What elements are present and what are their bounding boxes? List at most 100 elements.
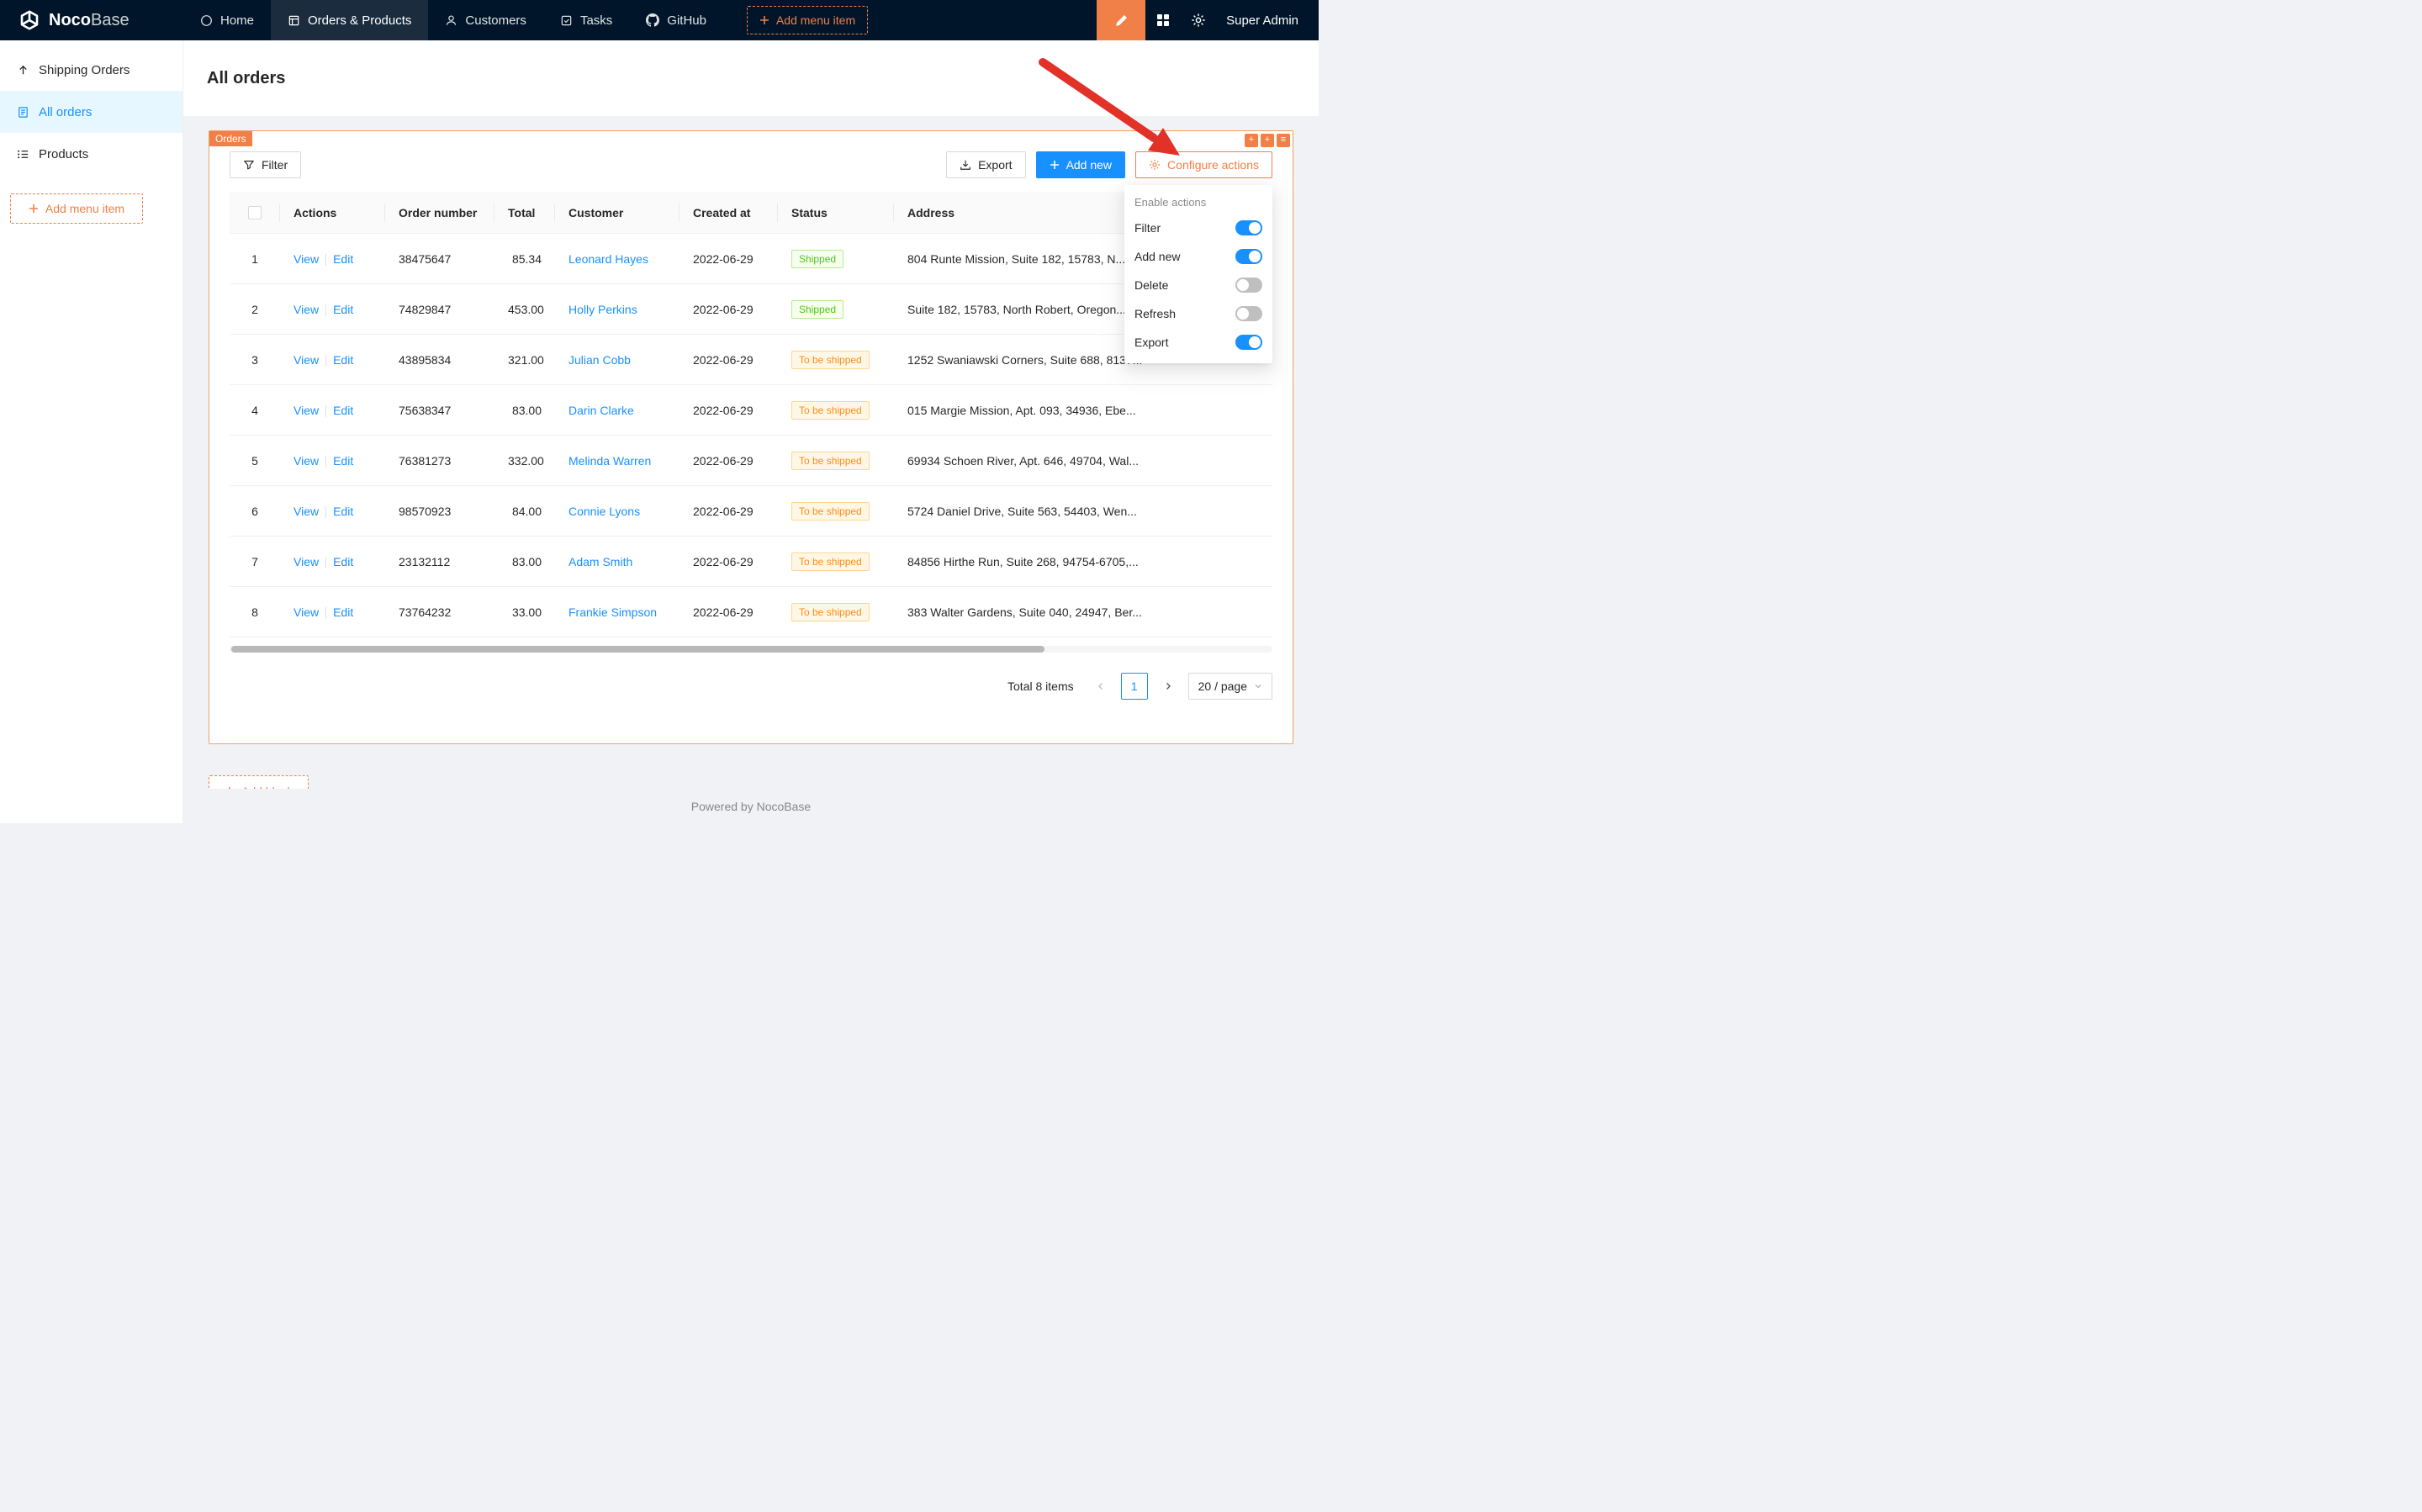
pagination-next-button[interactable] xyxy=(1155,673,1182,700)
customer-link[interactable]: Holly Perkins xyxy=(568,303,637,316)
horizontal-scrollbar-track xyxy=(230,646,1272,653)
view-link[interactable]: View xyxy=(293,353,319,367)
export-button[interactable]: Export xyxy=(946,151,1025,178)
order-number-cell: 23132112 xyxy=(385,537,494,587)
column-header-status: Status xyxy=(778,192,894,234)
status-badge: Shipped xyxy=(791,250,843,268)
navbar-add-menu-item-button[interactable]: Add menu item xyxy=(747,6,868,34)
customer-link[interactable]: Darin Clarke xyxy=(568,404,634,417)
configure-actions-button[interactable]: Configure actions xyxy=(1135,151,1272,178)
edit-link[interactable]: Edit xyxy=(333,605,353,619)
created-at-cell: 2022-06-29 xyxy=(680,385,778,436)
add-menu-item-label: Add menu item xyxy=(776,13,855,27)
edit-link[interactable]: Edit xyxy=(333,252,353,266)
page-size-select[interactable]: 20 / page xyxy=(1188,673,1272,700)
action-divider xyxy=(325,254,326,266)
edit-link[interactable]: Edit xyxy=(333,555,353,568)
view-link[interactable]: View xyxy=(293,555,319,568)
nav-item-home[interactable]: Home xyxy=(183,0,271,40)
view-link[interactable]: View xyxy=(293,303,319,316)
table-row: 8ViewEdit7376423233.00Frankie Simpson202… xyxy=(230,587,1272,637)
enable-action-item[interactable]: Delete xyxy=(1124,271,1272,299)
edit-link[interactable]: Edit xyxy=(333,404,353,417)
created-at-cell: 2022-06-29 xyxy=(680,537,778,587)
enable-action-label: Filter xyxy=(1134,221,1161,235)
nocobase-logo[interactable]: NocoBase xyxy=(0,9,183,31)
customer-link[interactable]: Adam Smith xyxy=(568,555,632,568)
status-badge: To be shipped xyxy=(791,452,870,470)
customer-link[interactable]: Frankie Simpson xyxy=(568,605,657,619)
enable-action-item[interactable]: Export xyxy=(1124,328,1272,357)
view-link[interactable]: View xyxy=(293,605,319,619)
add-menu-item-label: Add menu item xyxy=(45,202,124,215)
toggle-switch[interactable] xyxy=(1235,335,1262,350)
status-cell: To be shipped xyxy=(778,486,894,537)
table-header-row: Actions Order number Total Customer Crea… xyxy=(230,192,1272,234)
action-divider xyxy=(325,304,326,316)
action-divider xyxy=(325,355,326,367)
ui-editor-button[interactable] xyxy=(1097,0,1145,40)
sidebar-add-menu-item-button[interactable]: Add menu item xyxy=(10,193,143,224)
nav-item-customers[interactable]: Customers xyxy=(428,0,543,40)
address-cell: 84856 Hirthe Run, Suite 268, 94754-6705,… xyxy=(894,537,1272,587)
view-link[interactable]: View xyxy=(293,252,319,266)
enable-action-item[interactable]: Refresh xyxy=(1124,299,1272,328)
enable-action-item[interactable]: Add new xyxy=(1124,242,1272,271)
tasks-icon xyxy=(560,14,573,27)
view-link[interactable]: View xyxy=(293,404,319,417)
sidebar-item-all-orders[interactable]: All orders xyxy=(0,91,182,133)
action-divider xyxy=(325,557,326,568)
view-link[interactable]: View xyxy=(293,454,319,468)
powered-by-text: Powered by NocoBase xyxy=(691,800,811,813)
nav-item-github[interactable]: GitHub xyxy=(629,0,723,40)
row-index: 1 xyxy=(230,234,280,284)
action-divider xyxy=(325,456,326,468)
table-row: 4ViewEdit7563834783.00Darin Clarke2022-0… xyxy=(230,385,1272,436)
document-icon xyxy=(17,106,29,119)
customer-link[interactable]: Connie Lyons xyxy=(568,505,640,518)
navbar-right: Super Admin xyxy=(1097,0,1319,40)
user-menu[interactable]: Super Admin xyxy=(1216,13,1319,28)
toggle-switch[interactable] xyxy=(1235,278,1262,293)
select-all-header xyxy=(230,192,280,234)
sidebar-item-products[interactable]: Products xyxy=(0,133,182,175)
add-column-icon[interactable]: + xyxy=(1245,134,1258,147)
page-size-value: 20 / page xyxy=(1198,679,1247,693)
view-link[interactable]: View xyxy=(293,505,319,518)
page-title: All orders xyxy=(207,69,285,88)
customer-cell: Holly Perkins xyxy=(555,284,680,335)
horizontal-scrollbar-thumb[interactable] xyxy=(231,646,1044,653)
edit-link[interactable]: Edit xyxy=(333,353,353,367)
nav-item-orders-products[interactable]: Orders & Products xyxy=(271,0,428,40)
add-new-button[interactable]: Add new xyxy=(1036,151,1125,178)
nav-item-tasks[interactable]: Tasks xyxy=(543,0,629,40)
toggle-switch[interactable] xyxy=(1235,306,1262,321)
page-scroll-area[interactable]: Orders + + ≡ Filter xyxy=(183,116,1319,789)
block-menu-icon[interactable]: ≡ xyxy=(1277,134,1290,147)
enable-action-item[interactable]: Filter xyxy=(1124,214,1272,242)
order-number-cell: 75638347 xyxy=(385,385,494,436)
select-all-checkbox[interactable] xyxy=(248,206,262,219)
customer-link[interactable]: Melinda Warren xyxy=(568,454,651,468)
nav-item-label: Tasks xyxy=(580,13,612,28)
page-footer: Powered by NocoBase xyxy=(183,789,1319,823)
edit-link[interactable]: Edit xyxy=(333,505,353,518)
plugins-grid-icon[interactable] xyxy=(1145,0,1181,40)
sidebar-item-shipping-orders[interactable]: Shipping Orders xyxy=(0,49,182,91)
edit-link[interactable]: Edit xyxy=(333,303,353,316)
settings-gear-icon[interactable] xyxy=(1181,0,1216,40)
pagination-prev-button[interactable] xyxy=(1087,673,1114,700)
pagination: Total 8 items 1 20 / page xyxy=(230,673,1272,700)
filter-button[interactable]: Filter xyxy=(230,151,301,178)
actions-cell: View Edit xyxy=(280,436,385,486)
edit-link[interactable]: Edit xyxy=(333,454,353,468)
customer-link[interactable]: Leonard Hayes xyxy=(568,252,648,266)
toggle-switch[interactable] xyxy=(1235,220,1262,235)
customer-link[interactable]: Julian Cobb xyxy=(568,353,631,367)
add-block-button[interactable]: Add block xyxy=(209,775,309,789)
toggle-switch[interactable] xyxy=(1235,249,1262,264)
column-header-order-number: Order number xyxy=(385,192,494,234)
plus-icon xyxy=(29,204,39,214)
add-block-icon[interactable]: + xyxy=(1261,134,1274,147)
pagination-page-1[interactable]: 1 xyxy=(1121,673,1148,700)
